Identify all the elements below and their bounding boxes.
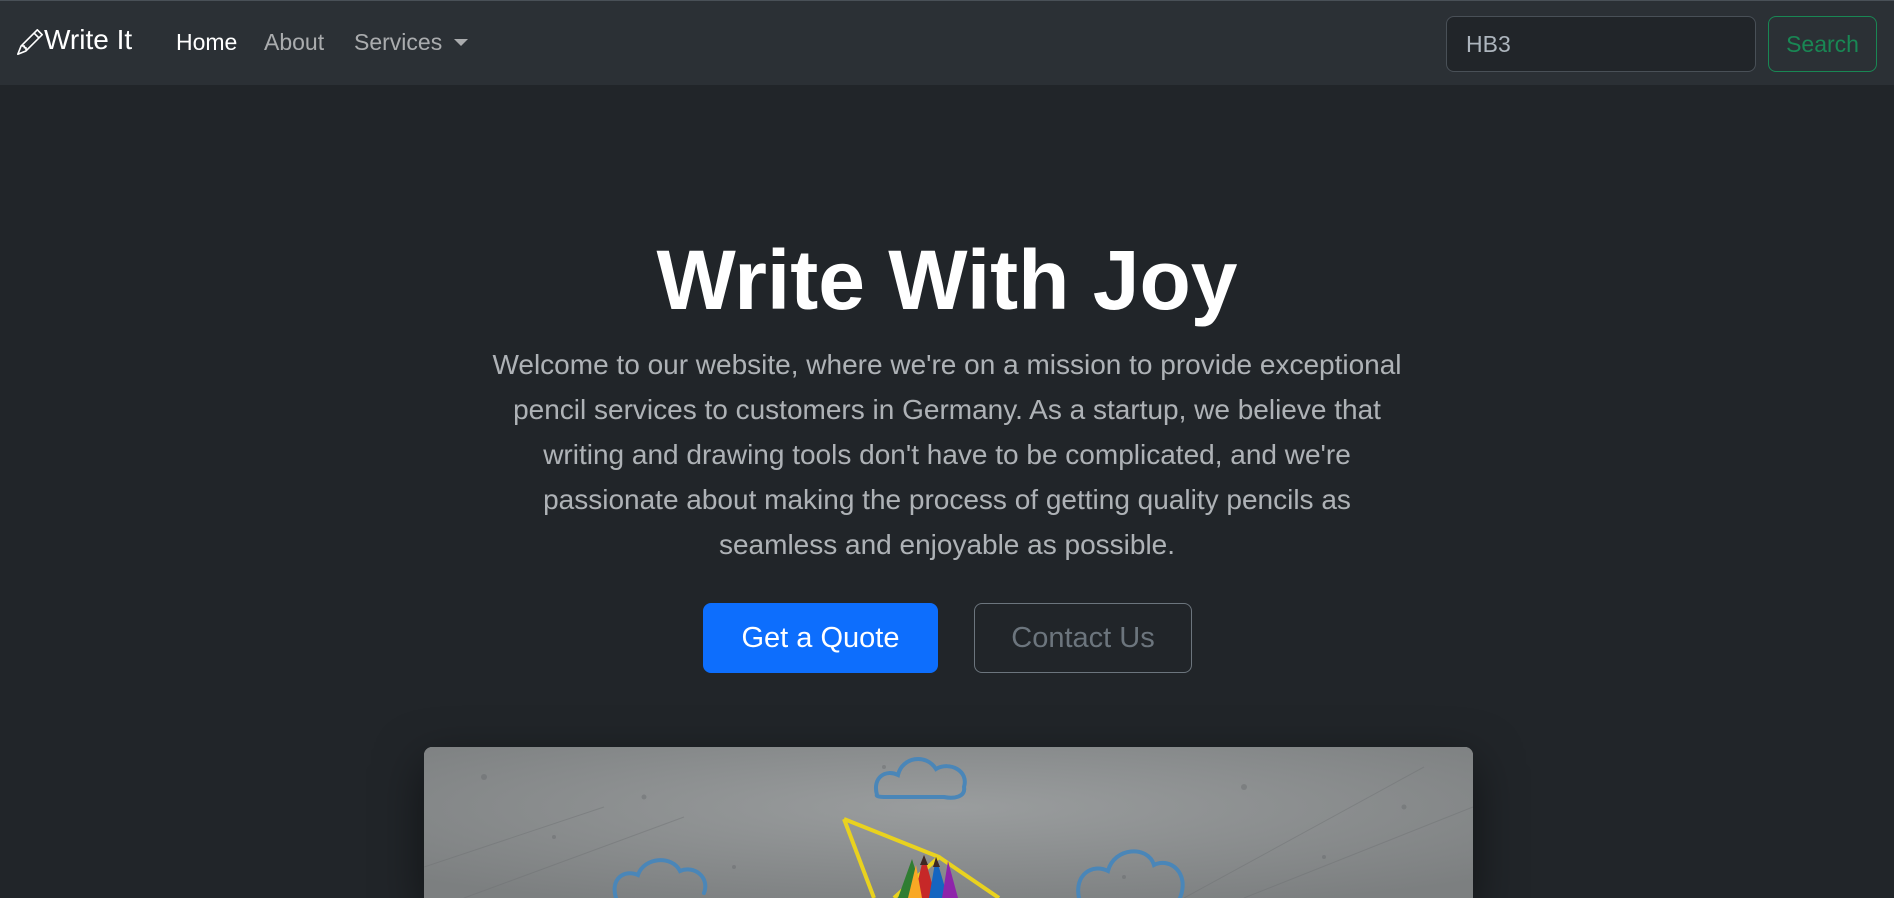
nav-home[interactable]: Home <box>176 31 237 54</box>
chevron-down-icon <box>454 39 469 46</box>
contact-us-button[interactable]: Contact Us <box>974 603 1192 673</box>
navbar: Write It Home About Services Search <box>0 0 1894 85</box>
search-button[interactable]: Search <box>1768 16 1877 72</box>
get-a-quote-button[interactable]: Get a Quote <box>703 603 938 673</box>
pencil-icon <box>17 29 43 55</box>
pencils-on-concrete-illustration <box>424 747 1473 898</box>
nav-services-label: Services <box>354 29 443 55</box>
brand-label: Write It <box>44 24 133 55</box>
hero-lead: Welcome to our website, where we're on a… <box>492 349 1402 560</box>
brand-link[interactable]: Write It <box>17 25 132 55</box>
hero-title: Write With Joy <box>656 233 1238 327</box>
nav-about[interactable]: About <box>264 31 324 54</box>
search-input[interactable] <box>1446 16 1756 72</box>
hero-image <box>424 747 1473 898</box>
nav-services[interactable]: Services <box>354 29 469 55</box>
